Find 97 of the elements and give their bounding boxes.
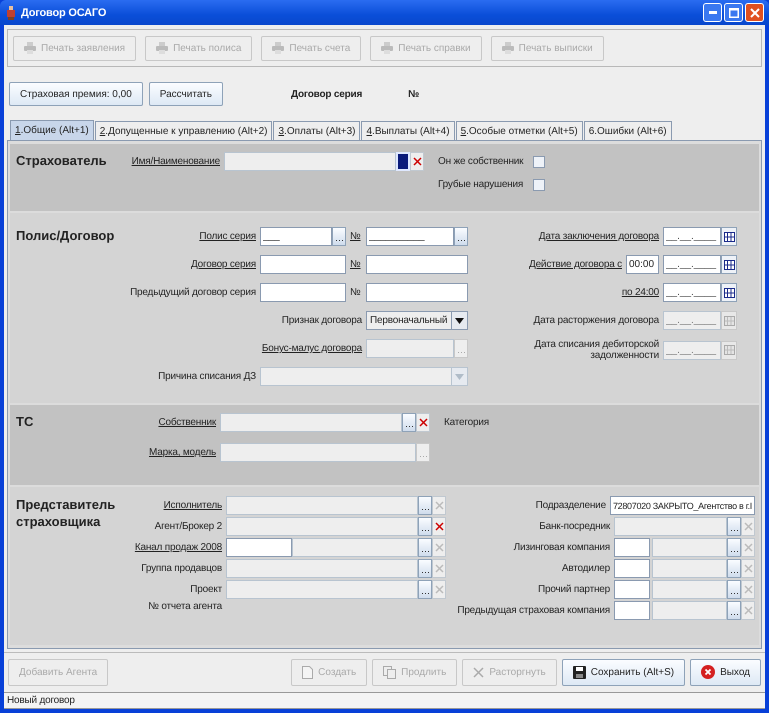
cross-icon <box>434 564 444 573</box>
field-label: Грубые нарушения <box>438 179 524 190</box>
calendar-button[interactable] <box>721 255 737 274</box>
action-button[interactable]: Выход <box>690 658 761 686</box>
field-label: Проект <box>189 584 222 595</box>
caret-icon <box>455 318 464 324</box>
calendar-icon <box>724 260 734 270</box>
close-icon <box>750 8 760 18</box>
printer-icon <box>272 42 284 54</box>
calculate-button[interactable]: Рассчитать <box>148 82 223 106</box>
printer-icon <box>156 42 168 54</box>
printer-icon <box>24 42 36 54</box>
tab[interactable]: 3.Оплаты (Alt+3) <box>273 121 360 140</box>
field-label: Дата расторжения договора <box>534 315 659 326</box>
number-link[interactable]: № <box>350 259 362 270</box>
field-link[interactable]: Полис серия <box>128 231 256 242</box>
value-field: 72807020 ЗАКРЫТО_Агентство в г.I <box>610 496 755 515</box>
field-link[interactable]: Дата заключения договора <box>538 231 659 242</box>
copy-icon <box>383 666 396 678</box>
maximize-icon <box>728 8 738 18</box>
status-text: Новый договор <box>7 695 75 706</box>
cross-icon <box>412 157 422 166</box>
checkbox[interactable] <box>533 178 546 190</box>
tab[interactable]: 1.Общие (Alt+1) <box>10 120 94 140</box>
time-field[interactable]: 00:00 <box>626 255 659 274</box>
tab[interactable]: 5.Особые отметки (Alt+5) <box>456 121 583 140</box>
field-label: Дата списания дебиторской задолженности <box>533 339 659 361</box>
contract-series-label: Договор серия <box>290 88 362 100</box>
field-label: Банк-посредник <box>539 521 610 532</box>
field-label: Причина списания ДЗ <box>157 371 256 382</box>
section-title: Полис/Договор <box>16 227 116 244</box>
close-button[interactable] <box>745 3 764 22</box>
field-label: Предыдущий договор серия <box>129 287 256 298</box>
section-title: ТС <box>16 413 34 430</box>
field-link[interactable]: Действие договора с <box>529 259 622 270</box>
premium-button[interactable]: Страховая премия: 0,00 <box>9 82 143 106</box>
cross-icon <box>473 666 484 678</box>
cross-icon <box>434 543 444 552</box>
cross-icon <box>434 585 444 594</box>
field-label: Прочий партнер <box>538 584 610 595</box>
date-field[interactable]: __.__.____ <box>663 227 721 246</box>
calendar-icon <box>724 316 734 326</box>
contract-number-label: № <box>408 88 420 100</box>
date-field[interactable]: __.__.____ <box>663 283 721 302</box>
field-label: Категория <box>444 417 489 428</box>
number-label: № <box>350 287 362 298</box>
cross-icon <box>434 522 444 531</box>
maximize-button[interactable] <box>724 3 743 22</box>
series-field[interactable] <box>260 283 346 302</box>
window-title: Договор ОСАГО <box>21 6 106 18</box>
cross-icon <box>418 418 428 427</box>
tab[interactable]: 6.Ошибки (Alt+6) <box>584 121 672 140</box>
caret-icon <box>455 374 464 380</box>
exit-icon <box>701 665 716 679</box>
number-link[interactable]: № <box>350 231 362 242</box>
calendar-icon <box>724 345 734 355</box>
number-field[interactable] <box>366 255 468 274</box>
number-field[interactable]: __________ <box>366 227 454 246</box>
cross-icon <box>744 543 752 552</box>
field-label: Лизинговая компания <box>514 542 610 553</box>
field-link[interactable]: Договор серия <box>128 259 256 270</box>
number-field[interactable] <box>366 283 468 302</box>
field-label: № отчета агента <box>147 601 222 612</box>
field-label: Агент/Брокер 2 <box>154 521 222 532</box>
tab[interactable]: 4.Выплаты (Alt+4) <box>361 121 455 140</box>
cross-icon <box>744 585 752 594</box>
floppy-icon <box>572 666 586 678</box>
calendar-button[interactable] <box>721 283 737 302</box>
field-label: Он же собственник <box>438 156 524 167</box>
printer-icon <box>502 42 514 54</box>
section-title: Страхователь <box>16 152 108 169</box>
document-icon <box>302 666 314 678</box>
field-label: Автодилер <box>562 563 610 574</box>
calendar-icon <box>724 288 734 298</box>
printer-icon <box>381 42 394 54</box>
field-label: Подразделение <box>536 500 606 511</box>
cross-icon <box>434 501 444 510</box>
field-label: Предыдущая страховая компания <box>457 605 610 616</box>
date-field[interactable]: __.__.____ <box>663 255 721 274</box>
section-title: Представитель страховщика <box>16 496 116 530</box>
field-label: Группа продавцов <box>140 563 222 574</box>
minimize-button[interactable] <box>703 3 722 22</box>
action-button[interactable]: Сохранить (Alt+S) <box>562 658 686 686</box>
cross-icon <box>744 564 752 573</box>
series-field[interactable] <box>260 255 346 274</box>
tab[interactable]: 2.Допущенные к управлению (Alt+2) <box>94 121 272 140</box>
app-icon <box>6 6 16 20</box>
calendar-icon <box>724 232 734 242</box>
field-link[interactable]: по 24:00 <box>622 287 659 298</box>
cross-icon <box>744 522 752 531</box>
dropdown[interactable]: Первоначальный <box>366 311 468 330</box>
cross-icon <box>744 606 752 615</box>
calendar-button[interactable] <box>721 227 737 246</box>
checkbox[interactable] <box>533 156 546 168</box>
series-field[interactable]: ___ <box>260 227 332 246</box>
field-label: Признак договора <box>280 315 362 326</box>
minimize-icon <box>708 11 716 14</box>
